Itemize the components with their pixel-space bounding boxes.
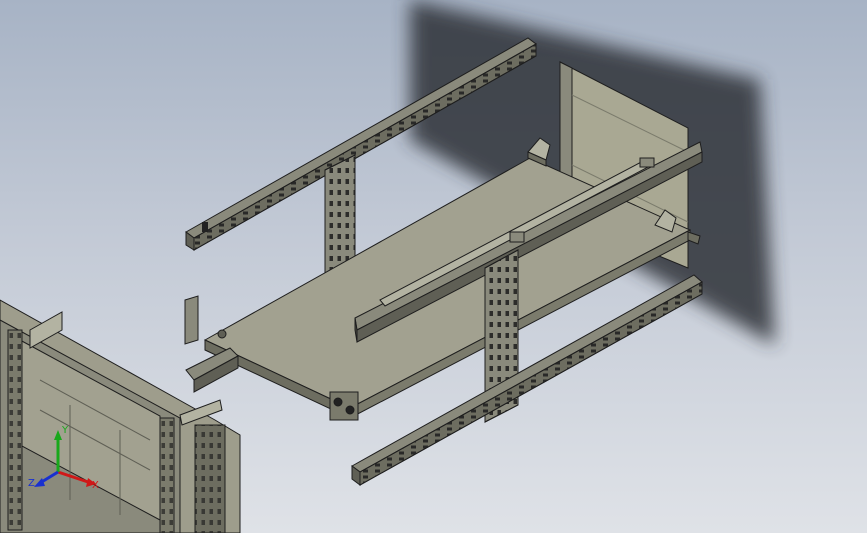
y-axis-label: Y (61, 425, 69, 436)
frame-assembly[interactable] (0, 299, 241, 533)
z-axis-label: Z (28, 478, 35, 489)
model-canvas: X Y Z (0, 0, 775, 533)
cad-3d-viewport[interactable]: X Y Z (0, 0, 867, 533)
x-axis-label: X (92, 480, 99, 491)
